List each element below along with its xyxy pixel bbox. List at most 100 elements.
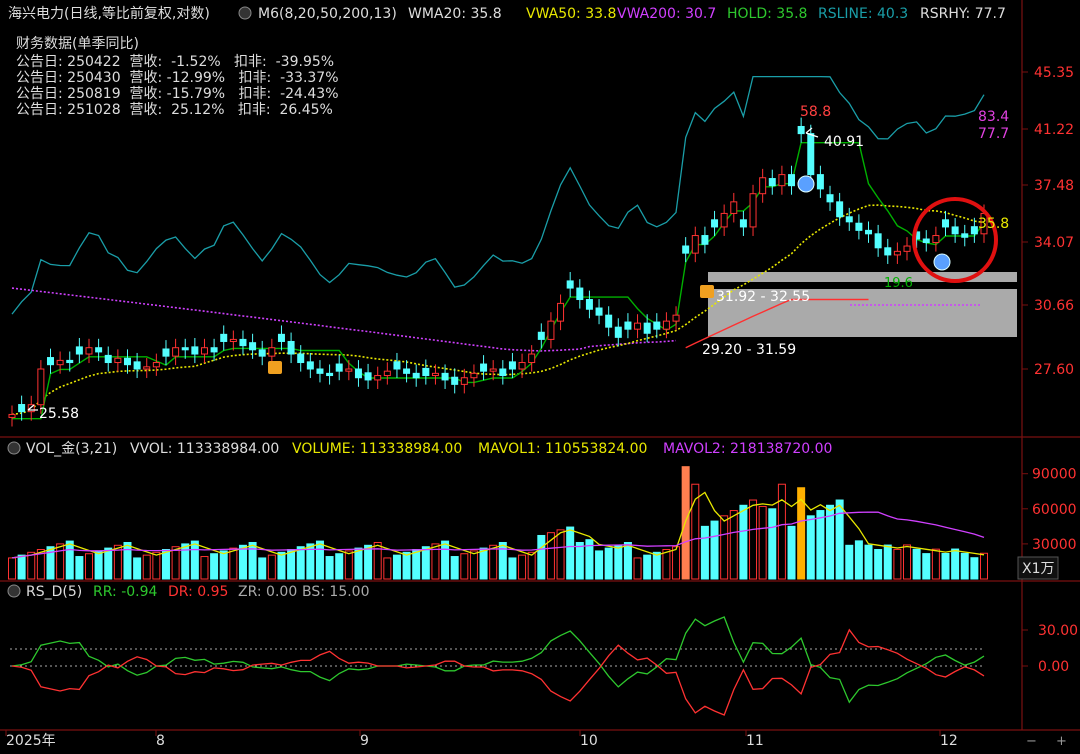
candle [701, 235, 709, 245]
zoom-in-icon[interactable]: + [1056, 734, 1067, 749]
candle [614, 326, 622, 338]
bottom-green-label: 19.6 [884, 276, 913, 291]
indicator-toggle-icon[interactable] [7, 441, 21, 455]
finance-row: 公告日: 250819 营收: -15.79% 扣非: -24.43% [16, 86, 339, 102]
finance-row: 公告日: 251028 营收: 25.12% 扣非: 26.45% [16, 102, 333, 118]
candle [114, 357, 122, 364]
volume-bar [229, 547, 238, 580]
hold-right-label: 35.8 [978, 216, 1009, 232]
price-tick-label: 41.22 [1034, 122, 1074, 138]
volume-bar [643, 554, 652, 580]
volume-bar [768, 508, 777, 580]
volume-bar [749, 499, 758, 580]
volume-bar [56, 543, 65, 580]
zr-value: ZR: 0.00 [238, 584, 297, 600]
candle [653, 321, 661, 330]
volume-bar [893, 548, 902, 580]
volume-bar [277, 551, 286, 580]
high-price-label: 40.91 [824, 134, 864, 150]
volume-bar [498, 541, 507, 580]
volume-bar [633, 557, 642, 580]
volume-bar [518, 554, 527, 580]
volume-bar [874, 549, 883, 580]
ma-name[interactable]: M6(8,20,50,200,13) [258, 6, 397, 22]
candle [759, 177, 767, 195]
candle [316, 368, 324, 374]
candle [537, 331, 545, 340]
volume-bar [922, 553, 931, 580]
rs-title[interactable]: RS_D(5) [26, 584, 82, 600]
volume-bar [450, 556, 459, 580]
candle [172, 347, 180, 357]
volume-bar [556, 529, 565, 580]
price-tick-label: 37.48 [1034, 178, 1074, 194]
candle [508, 361, 516, 370]
volume-bar [75, 556, 84, 580]
volume-bar [720, 515, 729, 580]
candle [922, 238, 930, 244]
candle [903, 245, 911, 252]
volume-bar [575, 541, 584, 580]
volume-bar [595, 550, 604, 580]
volume-bar [931, 548, 940, 580]
price-tick-label: 34.07 [1034, 235, 1074, 251]
candle [287, 340, 295, 355]
volume-bar [912, 548, 921, 580]
vol-title[interactable]: VOL_金(3,21) [26, 441, 117, 457]
zone-lower-label: 29.20 - 31.59 [702, 342, 796, 358]
volume-bar [248, 541, 257, 580]
volume-bar [200, 556, 209, 580]
candle [431, 372, 439, 377]
candle [682, 245, 690, 254]
candle [451, 376, 459, 385]
candle [807, 133, 815, 176]
candle [557, 302, 565, 322]
indicator-toggle-icon[interactable] [238, 6, 252, 20]
candle [249, 342, 257, 351]
candle [489, 368, 497, 372]
candle [220, 333, 228, 342]
volume-bar [903, 544, 912, 580]
finance-title: 财务数据(单季同比) [16, 36, 139, 52]
bs-value: BS: 15.00 [302, 584, 370, 600]
candle [634, 322, 642, 330]
volume-bar [210, 553, 219, 580]
volume-bar [508, 557, 517, 580]
candle [200, 347, 208, 355]
indicator-toggle-icon[interactable] [7, 584, 21, 598]
zoom-out-icon[interactable]: − [1026, 734, 1037, 749]
candle [836, 201, 844, 218]
candle [576, 287, 584, 301]
volume-bar [17, 554, 26, 580]
rs-right-label-2: 77.7 [978, 126, 1009, 142]
candle [210, 347, 218, 353]
volume-bar [161, 549, 170, 580]
time-tick-label: 10 [580, 733, 598, 749]
candle [768, 178, 776, 187]
mavol1-value: MAVOL1: 110553824.00 [478, 441, 647, 457]
candle [75, 346, 83, 355]
volume-bar [133, 557, 142, 580]
volume-bar [739, 504, 748, 580]
candle [518, 362, 526, 370]
candle [268, 347, 276, 357]
candle [970, 226, 978, 235]
candle [297, 353, 305, 364]
volume-bar [152, 551, 161, 580]
candle [855, 222, 863, 231]
candle [788, 174, 796, 187]
volume-tick-label: 90000 [1032, 467, 1077, 483]
volume-unit[interactable]: X1万 [1022, 561, 1055, 577]
volume-bar [421, 546, 430, 580]
volume-bar [980, 552, 988, 580]
candle [181, 347, 189, 351]
candle [624, 321, 632, 330]
candle [499, 368, 507, 377]
candle [893, 250, 901, 256]
candle [18, 404, 26, 413]
volume-bar [267, 554, 276, 580]
volume-bar [287, 549, 296, 580]
volume-bar [864, 544, 873, 580]
volume-bar [171, 546, 180, 580]
candle [547, 320, 555, 340]
